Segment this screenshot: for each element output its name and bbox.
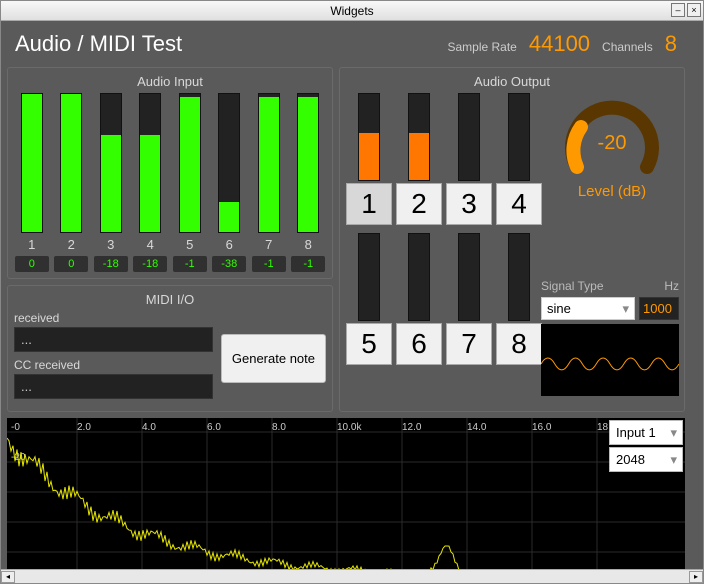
scroll-right-icon[interactable]: ▸ — [689, 571, 703, 583]
input-ch-db: -1 — [291, 256, 325, 272]
output-channel-button-8[interactable]: 8 — [496, 323, 542, 365]
output-channel-button-1[interactable]: 1 — [346, 183, 392, 225]
svg-text:12.0: 12.0 — [402, 422, 422, 433]
hz-input[interactable]: 1000 — [639, 297, 679, 320]
input-ch-db: -18 — [133, 256, 167, 272]
header: Audio / MIDI Test Sample Rate 44100 Chan… — [1, 21, 691, 67]
horizontal-scrollbar[interactable]: ◂ ▸ — [1, 569, 703, 583]
input-ch-num: 3 — [107, 237, 114, 252]
sample-rate-value: 44100 — [529, 31, 590, 57]
audio-output-panel: Audio Output 1 2 3 4 -20 Level (dB) — [339, 67, 685, 412]
window-title: Widgets — [330, 4, 373, 18]
spectrum-fft-select[interactable]: 2048 — [609, 447, 683, 472]
input-ch-num: 2 — [68, 237, 75, 252]
app-window: Widgets – × Audio / MIDI Test Sample Rat… — [0, 0, 704, 584]
input-meter-4 — [139, 93, 161, 233]
input-meter-8 — [297, 93, 319, 233]
svg-text:14.0: 14.0 — [467, 422, 487, 433]
channels-value: 8 — [665, 31, 677, 57]
signal-type-label: Signal Type — [541, 279, 604, 293]
input-ch-db: 0 — [54, 256, 88, 272]
input-meter-2 — [60, 93, 82, 233]
waveform-preview — [541, 324, 679, 396]
input-ch-db: -1 — [252, 256, 286, 272]
input-ch-num: 5 — [186, 237, 193, 252]
dial-label: Level (dB) — [578, 183, 646, 200]
svg-text:16.0: 16.0 — [532, 422, 552, 433]
svg-text:2.0: 2.0 — [77, 422, 91, 433]
output-channel-button-6[interactable]: 6 — [396, 323, 442, 365]
spectrum-input-select[interactable]: Input 1 — [609, 420, 683, 445]
audio-input-panel: Audio Input 1 0 2 0 3 -18 4 -18 5 -1 6 -… — [7, 67, 333, 279]
output-meter-8 — [508, 233, 530, 321]
input-meter-3 — [100, 93, 122, 233]
svg-text:6.0: 6.0 — [207, 422, 221, 433]
output-channel-button-2[interactable]: 2 — [396, 183, 442, 225]
audio-input-title: Audio Input — [14, 74, 326, 89]
output-meter-6 — [408, 233, 430, 321]
minimize-icon[interactable]: – — [671, 3, 685, 17]
input-meter-7 — [258, 93, 280, 233]
input-meter-6 — [218, 93, 240, 233]
dial-value: -20 — [598, 132, 627, 154]
output-meter-7 — [458, 233, 480, 321]
input-ch-db: -18 — [94, 256, 128, 272]
input-ch-num: 6 — [226, 237, 233, 252]
sample-rate-label: Sample Rate — [447, 40, 516, 54]
level-dial[interactable]: -20 — [557, 97, 667, 187]
midi-received-label: received — [14, 311, 213, 325]
signal-type-select[interactable]: sine — [541, 297, 635, 320]
svg-text:-0: -0 — [11, 422, 20, 433]
generate-note-button[interactable]: Generate note — [221, 334, 326, 383]
audio-output-title: Audio Output — [346, 74, 678, 89]
output-meter-5 — [358, 233, 380, 321]
input-ch-db: -1 — [173, 256, 207, 272]
input-ch-num: 8 — [305, 237, 312, 252]
input-ch-num: 1 — [28, 237, 35, 252]
scroll-area[interactable]: Audio / MIDI Test Sample Rate 44100 Chan… — [1, 21, 703, 569]
midi-title: MIDI I/O — [14, 292, 326, 307]
svg-text:10.0k: 10.0k — [337, 422, 362, 433]
input-ch-db: 0 — [15, 256, 49, 272]
titlebar: Widgets – × — [1, 1, 703, 21]
output-channel-button-4[interactable]: 4 — [496, 183, 542, 225]
channels-label: Channels — [602, 40, 653, 54]
output-meter-1 — [358, 93, 380, 181]
input-ch-num: 4 — [147, 237, 154, 252]
output-meter-4 — [508, 93, 530, 181]
svg-text:4.0: 4.0 — [142, 422, 156, 433]
input-ch-db: -38 — [212, 256, 246, 272]
output-channel-button-5[interactable]: 5 — [346, 323, 392, 365]
input-meter-1 — [21, 93, 43, 233]
input-meter-5 — [179, 93, 201, 233]
output-meter-3 — [458, 93, 480, 181]
hz-label: Hz — [664, 279, 679, 293]
midi-received-value: ... — [14, 327, 213, 352]
scroll-left-icon[interactable]: ◂ — [1, 571, 15, 583]
output-channel-button-3[interactable]: 3 — [446, 183, 492, 225]
midi-panel: MIDI I/O received ... CC received ... — [7, 285, 333, 412]
page-title: Audio / MIDI Test — [15, 31, 182, 57]
output-meter-2 — [408, 93, 430, 181]
midi-cc-label: CC received — [14, 358, 213, 372]
output-channel-button-7[interactable]: 7 — [446, 323, 492, 365]
close-icon[interactable]: × — [687, 3, 701, 17]
spectrum-analyzer: -0 -20 2.04.06.08.010.0k12.014.016.018.0… — [7, 418, 685, 569]
midi-cc-value: ... — [14, 374, 213, 399]
input-ch-num: 7 — [265, 237, 272, 252]
svg-text:8.0: 8.0 — [272, 422, 286, 433]
